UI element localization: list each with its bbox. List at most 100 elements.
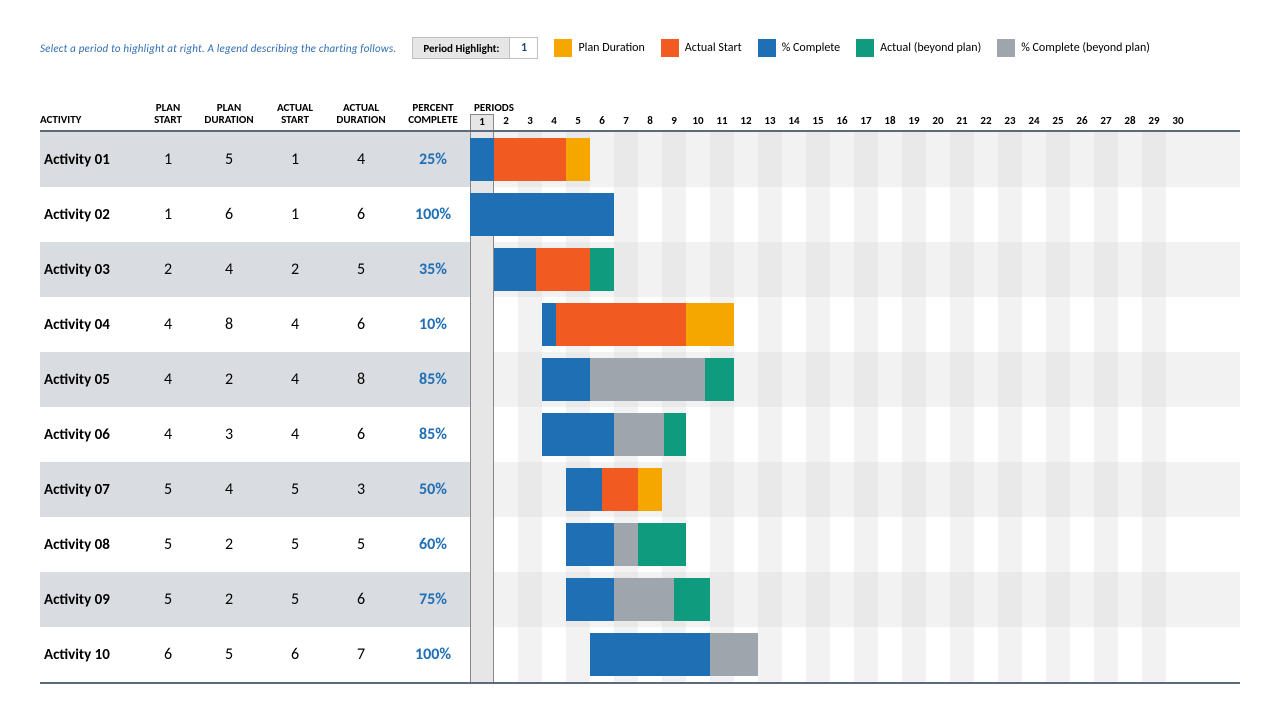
period-header-28: 28 [1118, 114, 1142, 130]
cell-actual-duration: 5 [326, 260, 396, 279]
period-header-15: 15 [806, 114, 830, 130]
bar-complete [566, 578, 614, 621]
bar-complete [494, 248, 536, 291]
period-header-17: 17 [854, 114, 878, 130]
cell-actual-duration: 5 [326, 535, 396, 554]
cell-plan-start: 5 [142, 480, 194, 499]
period-header-26: 26 [1070, 114, 1094, 130]
hdr-plan-start: PLANSTART [142, 102, 194, 130]
bar-actual [542, 303, 686, 346]
period-header-19: 19 [902, 114, 926, 130]
table-bottom-border [40, 682, 1240, 684]
bar-complete [542, 413, 614, 456]
cell-actual-duration: 3 [326, 480, 396, 499]
period-highlight-value[interactable]: 1 [509, 38, 537, 58]
bar-complete-beyond [614, 523, 638, 566]
cell-activity: Activity 05 [40, 371, 142, 389]
period-header-18: 18 [878, 114, 902, 130]
period-header-cells: 1234567891011121314151617181920212223242… [470, 114, 1240, 130]
period-header-11: 11 [710, 114, 734, 130]
cell-percent-complete: 50% [396, 480, 470, 499]
legend-plan: Plan Duration [554, 39, 644, 57]
cell-actual-duration: 6 [326, 205, 396, 224]
period-header-25: 25 [1046, 114, 1070, 130]
table-row: Activity 07545350% [40, 462, 1240, 517]
legend-complete-label: % Complete [782, 41, 840, 55]
cell-actual-duration: 4 [326, 150, 396, 169]
cell-percent-complete: 100% [396, 205, 470, 224]
bar-actual-beyond [590, 248, 614, 291]
period-header-30: 30 [1166, 114, 1190, 130]
table-row: Activity 08525560% [40, 517, 1240, 572]
legend-cbeyond: % Complete (beyond plan) [997, 39, 1150, 57]
cell-plan-duration: 8 [194, 315, 264, 334]
cell-activity: Activity 08 [40, 536, 142, 554]
cell-actual-start: 5 [264, 590, 326, 609]
legend-complete: % Complete [758, 39, 840, 57]
table-row: Activity 021616100% [40, 187, 1240, 242]
cell-plan-duration: 2 [194, 370, 264, 389]
hdr-actual-start: ACTUALSTART [264, 102, 326, 130]
legend-bar: Select a period to highlight at right. A… [40, 36, 1244, 60]
period-header-13: 13 [758, 114, 782, 130]
cell-percent-complete: 100% [396, 645, 470, 664]
cell-percent-complete: 60% [396, 535, 470, 554]
period-header-20: 20 [926, 114, 950, 130]
cell-percent-complete: 85% [396, 370, 470, 389]
swatch-cbeyond-icon [997, 39, 1015, 57]
cell-actual-start: 5 [264, 535, 326, 554]
cell-plan-start: 1 [142, 205, 194, 224]
cell-percent-complete: 10% [396, 315, 470, 334]
legend-actual: Actual Start [661, 39, 742, 57]
cell-plan-start: 4 [142, 425, 194, 444]
cell-plan-duration: 4 [194, 260, 264, 279]
cell-plan-duration: 5 [194, 645, 264, 664]
table-row: Activity 06434685% [40, 407, 1240, 462]
cell-plan-start: 5 [142, 590, 194, 609]
legend-beyond: Actual (beyond plan) [856, 39, 981, 57]
bar-complete-beyond [614, 578, 674, 621]
period-header-10: 10 [686, 114, 710, 130]
period-header-27: 27 [1094, 114, 1118, 130]
cell-activity: Activity 03 [40, 261, 142, 279]
swatch-beyond-icon [856, 39, 874, 57]
cell-actual-duration: 7 [326, 645, 396, 664]
cell-activity: Activity 01 [40, 151, 142, 169]
period-header-1: 1 [470, 114, 494, 130]
table-header: ACTIVITY PLANSTART PLANDURATION ACTUALST… [40, 92, 1240, 132]
cell-percent-complete: 75% [396, 590, 470, 609]
period-header-9: 9 [662, 114, 686, 130]
cell-percent-complete: 35% [396, 260, 470, 279]
cell-actual-start: 4 [264, 370, 326, 389]
swatch-plan-icon [554, 39, 572, 57]
period-header-8: 8 [638, 114, 662, 130]
bar-complete [470, 138, 494, 181]
cell-actual-start: 6 [264, 645, 326, 664]
legend-actual-label: Actual Start [685, 41, 742, 55]
bar-complete [542, 303, 556, 346]
period-highlight-label: Period Highlight: [413, 42, 509, 55]
hdr-activity: ACTIVITY [40, 114, 142, 130]
period-header-2: 2 [494, 114, 518, 130]
hdr-percent-complete: PERCENTCOMPLETE [396, 102, 470, 130]
period-header-6: 6 [590, 114, 614, 130]
table-row: Activity 01151425% [40, 132, 1240, 187]
cell-activity: Activity 10 [40, 646, 142, 664]
gantt-table: ACTIVITY PLANSTART PLANDURATION ACTUALST… [40, 92, 1240, 684]
period-highlight-box[interactable]: Period Highlight: 1 [412, 37, 538, 59]
period-header-29: 29 [1142, 114, 1166, 130]
bar-complete-beyond [590, 358, 705, 401]
cell-activity: Activity 02 [40, 206, 142, 224]
cell-plan-start: 2 [142, 260, 194, 279]
legend-plan-label: Plan Duration [578, 41, 644, 55]
cell-actual-duration: 6 [326, 425, 396, 444]
cell-percent-complete: 25% [396, 150, 470, 169]
cell-plan-start: 4 [142, 315, 194, 334]
cell-actual-start: 4 [264, 425, 326, 444]
swatch-actual-icon [661, 39, 679, 57]
cell-plan-start: 4 [142, 370, 194, 389]
table-rows: Activity 01151425%Activity 021616100%Act… [40, 132, 1240, 682]
period-header-3: 3 [518, 114, 542, 130]
hdr-periods: PERIODS [470, 101, 1240, 114]
cell-plan-duration: 2 [194, 535, 264, 554]
